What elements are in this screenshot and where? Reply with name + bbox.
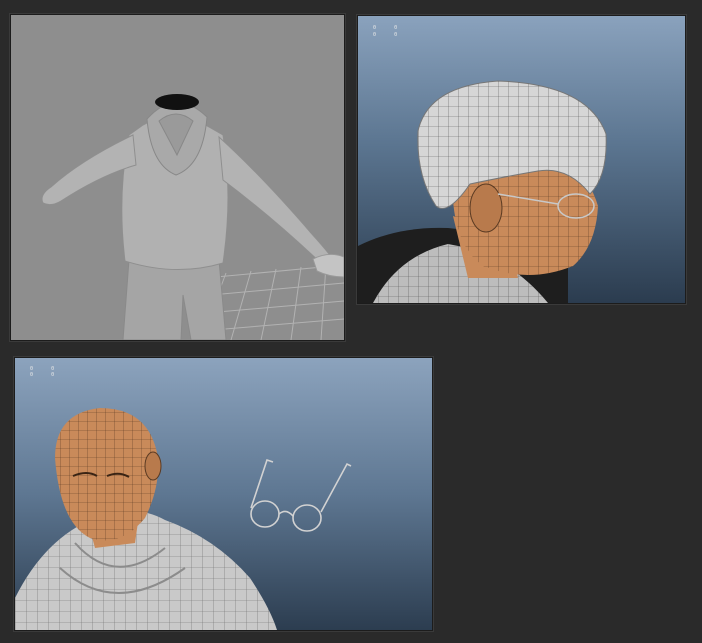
viewport-head-glasses[interactable]: 0 0 0 0 <box>14 357 433 631</box>
hair-mesh-icon <box>358 80 607 303</box>
viewport-head-hair[interactable]: 0 0 0 0 <box>357 15 686 304</box>
sweater-mesh-icon <box>41 94 344 340</box>
glasses-icon <box>250 458 352 532</box>
bald-head-mesh-icon <box>15 408 352 630</box>
viewport-body[interactable] <box>10 14 345 341</box>
